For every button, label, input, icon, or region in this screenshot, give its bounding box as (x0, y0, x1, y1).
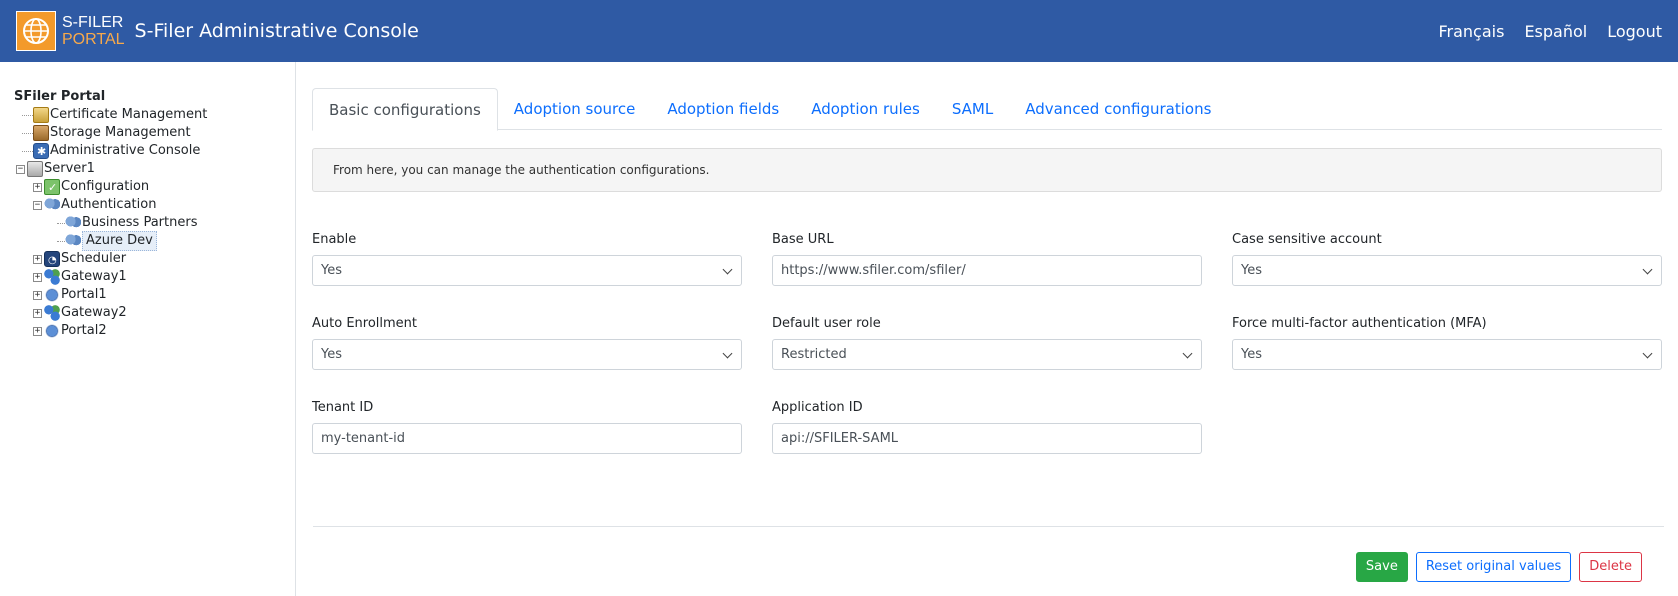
tab-adoption-rules[interactable]: Adoption rules (795, 88, 936, 130)
save-button[interactable]: Save (1355, 552, 1408, 582)
logo-line1: S-FILER (62, 14, 124, 31)
base-url-input[interactable]: https://www.sfiler.com/sfiler/ (772, 255, 1202, 286)
scheduler-icon (44, 251, 60, 270)
storage-icon (33, 125, 49, 141)
tree-root[interactable]: SFiler Portal (14, 88, 295, 106)
tree-item-gateway1[interactable]: + Gateway1 (14, 268, 295, 286)
users-icon (44, 197, 60, 213)
tree-item-scheduler[interactable]: + Scheduler (14, 250, 295, 270)
tree-item-certificate-management[interactable]: Certificate Management (14, 106, 295, 124)
gateway-icon (44, 305, 60, 321)
authentication-form: Enable Yes Base URL https://www.sfiler.c… (312, 232, 1662, 454)
portal-icon (44, 323, 60, 339)
tree-item-label: Configuration (61, 179, 150, 194)
logo-line2: PORTAL (62, 31, 125, 48)
tab-adoption-fields[interactable]: Adoption fields (651, 88, 795, 130)
tree-item-gateway2[interactable]: + Gateway2 (14, 304, 295, 322)
form-actions: Save Reset original values Delete (1355, 552, 1642, 582)
header-links: Français Español Logout (1438, 22, 1662, 41)
expand-icon[interactable]: + (33, 308, 42, 318)
logout-link[interactable]: Logout (1607, 22, 1662, 41)
delete-button[interactable]: Delete (1579, 552, 1642, 582)
enable-label: Enable (312, 232, 357, 247)
expand-icon[interactable]: + (33, 254, 42, 264)
certificate-icon (33, 107, 49, 123)
tree-item-business-partners[interactable]: Business Partners (14, 214, 295, 232)
tree-item-label: Authentication (61, 197, 157, 212)
logo-text: S-FILER PORTAL (62, 14, 125, 48)
users-icon (65, 233, 81, 249)
portal-icon (44, 287, 60, 303)
tree-item-label: Azure Dev (82, 231, 157, 251)
language-french-link[interactable]: Français (1438, 22, 1504, 41)
tab-saml[interactable]: SAML (936, 88, 1009, 130)
force-mfa-select[interactable]: Yes (1232, 339, 1662, 370)
force-mfa-label: Force multi-factor authentication (MFA) (1232, 316, 1487, 331)
expand-icon[interactable]: + (33, 182, 42, 192)
tree-item-authentication[interactable]: − Authentication (14, 196, 295, 214)
main-content: Basic configurations Adoption source Ado… (296, 62, 1678, 596)
tab-adoption-source[interactable]: Adoption source (498, 88, 652, 130)
tenant-id-input[interactable]: my-tenant-id (312, 423, 742, 454)
tree-item-storage-management[interactable]: Storage Management (14, 124, 295, 142)
auto-enrollment-select[interactable]: Yes (312, 339, 742, 370)
expand-icon[interactable]: + (33, 272, 42, 282)
navigation-tree: SFiler Portal Certificate Management Sto… (0, 62, 296, 596)
tree-item-label: Gateway2 (61, 305, 127, 320)
tree-item-label: Scheduler (61, 251, 127, 266)
tenant-id-label: Tenant ID (312, 400, 374, 415)
tab-bar: Basic configurations Adoption source Ado… (312, 88, 1662, 131)
tree-item-label: Gateway1 (61, 269, 127, 284)
default-role-select[interactable]: Restricted (772, 339, 1202, 370)
auto-enrollment-label: Auto Enrollment (312, 316, 418, 331)
case-sensitive-select[interactable]: Yes (1232, 255, 1662, 286)
expand-icon[interactable]: + (33, 326, 42, 336)
enable-select[interactable]: Yes (312, 255, 742, 286)
server-icon (27, 161, 43, 177)
tree-item-label: Portal2 (61, 323, 107, 338)
tree-item-azure-dev[interactable]: Azure Dev (14, 231, 295, 251)
tree-item-label: Storage Management (50, 125, 191, 140)
tree-item-configuration[interactable]: + Configuration (14, 178, 295, 197)
tree-item-label: Server1 (44, 161, 95, 176)
case-sensitive-label: Case sensitive account (1232, 232, 1382, 247)
language-spanish-link[interactable]: Español (1524, 22, 1587, 41)
default-role-label: Default user role (772, 316, 881, 331)
tree-item-label: Portal1 (61, 287, 107, 302)
tab-advanced-configurations[interactable]: Advanced configurations (1009, 88, 1227, 130)
admin-console-icon (33, 143, 49, 161)
tree-item-label: Administrative Console (50, 143, 201, 158)
gateway-icon (44, 269, 60, 285)
tree-item-label: Business Partners (82, 215, 198, 230)
users-icon (65, 215, 81, 231)
reset-button[interactable]: Reset original values (1415, 552, 1572, 582)
application-id-label: Application ID (772, 400, 863, 415)
collapse-icon[interactable]: − (33, 200, 42, 210)
tree-item-administrative-console[interactable]: Administrative Console (14, 142, 295, 161)
tree-item-portal2[interactable]: + Portal2 (14, 322, 295, 340)
sfiler-logo-icon (16, 11, 56, 51)
form-divider (313, 526, 1664, 527)
app-header: S-FILER PORTAL S-Filer Administrative Co… (0, 0, 1678, 62)
tree-item-portal1[interactable]: + Portal1 (14, 286, 295, 304)
configuration-icon (44, 179, 60, 197)
expand-icon[interactable]: + (33, 290, 42, 300)
collapse-icon[interactable]: − (16, 164, 25, 174)
base-url-label: Base URL (772, 232, 834, 247)
tree-item-label: Certificate Management (50, 107, 208, 122)
app-title: S-Filer Administrative Console (134, 20, 419, 42)
tab-basic-configurations[interactable]: Basic configurations (312, 88, 498, 131)
application-id-input[interactable]: api://SFILER-SAML (772, 423, 1202, 454)
info-message: From here, you can manage the authentica… (312, 148, 1662, 192)
tree-item-server1[interactable]: − Server1 (14, 160, 295, 178)
